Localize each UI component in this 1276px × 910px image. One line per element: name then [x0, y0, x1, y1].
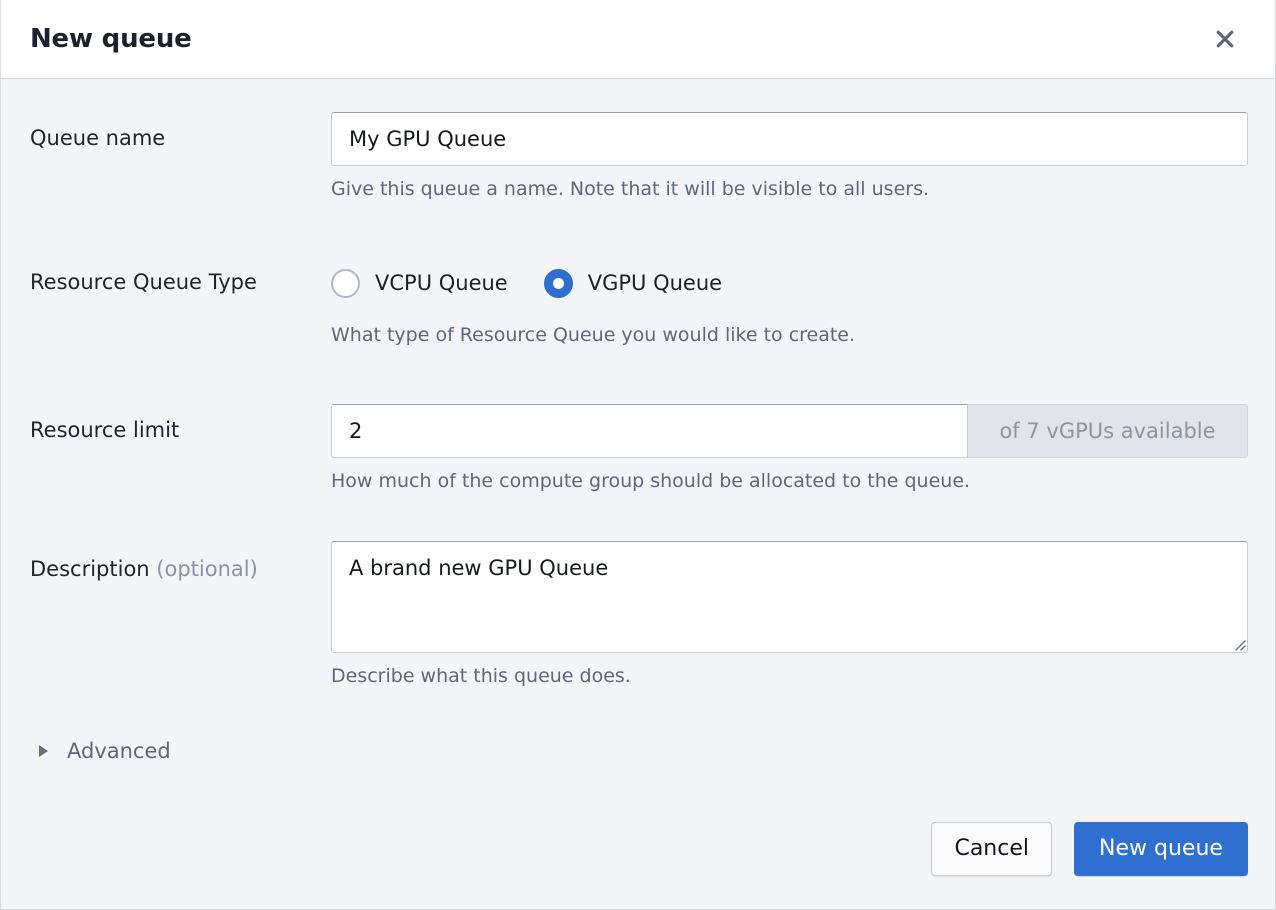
- description-field-wrap: Describe what this queue does.: [331, 541, 1275, 689]
- advanced-disclosure-toggle[interactable]: Advanced: [39, 739, 171, 763]
- description-textarea-wrap: [331, 541, 1248, 653]
- radio-option-vcpu-queue[interactable]: VCPU Queue: [331, 268, 508, 298]
- radio-option-vgpu-queue-label: VGPU Queue: [587, 271, 723, 295]
- form-row-queue-name: Queue name Give this queue a name. Note …: [1, 112, 1275, 202]
- resource-queue-type-help: What type of Resource Queue you would li…: [331, 324, 856, 346]
- dialog-footer: Cancel New queue: [931, 822, 1248, 876]
- dialog-body: Queue name Give this queue a name. Note …: [1, 79, 1275, 909]
- form-row-description: Description (optional) Describe what thi…: [1, 541, 1275, 689]
- queue-name-label: Queue name: [30, 126, 166, 150]
- resource-limit-input[interactable]: [331, 404, 968, 458]
- new-queue-dialog: New queue Queue name Give this queue a n…: [0, 0, 1276, 910]
- resource-limit-label: Resource limit: [30, 418, 180, 442]
- dialog-title: New queue: [30, 24, 192, 54]
- form-row-resource-queue-type: Resource Queue Type VCPU Queue VGPU Queu…: [1, 256, 1275, 348]
- triangle-right-icon: [39, 745, 48, 757]
- cancel-button[interactable]: Cancel: [931, 822, 1052, 876]
- description-label-optional: (optional): [156, 557, 258, 581]
- resource-limit-addon: of 7 vGPUs available: [968, 404, 1248, 458]
- radio-option-vcpu-queue-label: VCPU Queue: [375, 271, 508, 295]
- resource-limit-field-wrap: of 7 vGPUs available How much of the com…: [331, 404, 1275, 494]
- queue-name-field-wrap: Give this queue a name. Note that it wil…: [331, 112, 1275, 202]
- description-textarea[interactable]: [331, 541, 1248, 653]
- close-icon: [1213, 27, 1237, 51]
- close-button[interactable]: [1207, 21, 1243, 57]
- description-label: Description (optional): [1, 541, 331, 582]
- description-help: Describe what this queue does.: [331, 665, 631, 687]
- new-queue-submit-button[interactable]: New queue: [1074, 822, 1248, 876]
- resource-limit-input-group: of 7 vGPUs available: [331, 404, 1248, 458]
- resource-queue-type-label: Resource Queue Type: [30, 270, 257, 294]
- form-row-resource-limit: Resource limit of 7 vGPUs available How …: [1, 404, 1275, 494]
- radio-circle-icon: [331, 268, 360, 298]
- resource-queue-type-radio-group: VCPU Queue VGPU Queue: [331, 256, 1248, 310]
- advanced-label: Advanced: [67, 739, 171, 763]
- resource-queue-type-field-wrap: VCPU Queue VGPU Queue What type of Resou…: [331, 256, 1275, 348]
- description-label-text: Description: [30, 557, 150, 581]
- queue-name-help: Give this queue a name. Note that it wil…: [331, 178, 930, 200]
- radio-option-vgpu-queue[interactable]: VGPU Queue: [543, 268, 723, 298]
- resource-limit-help: How much of the compute group should be …: [331, 470, 971, 492]
- radio-circle-selected-icon: [543, 268, 573, 298]
- dialog-header: New queue: [1, 0, 1275, 79]
- queue-name-input[interactable]: [331, 112, 1248, 166]
